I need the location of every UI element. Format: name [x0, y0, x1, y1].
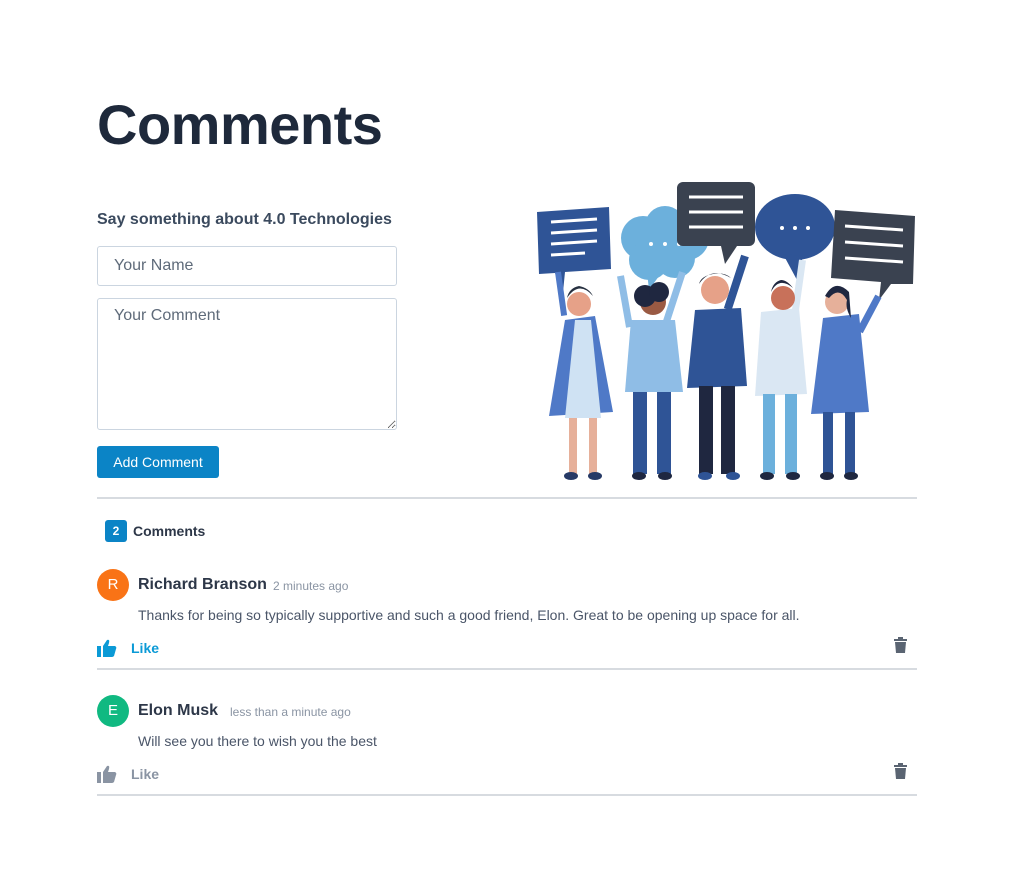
people-chatting-illustration [537, 182, 915, 480]
comment-item: R Richard Branson 2 minutes ago Thanks f… [97, 569, 917, 669]
trash-icon[interactable] [894, 763, 907, 779]
avatar: R [97, 569, 129, 601]
section-divider [97, 497, 917, 499]
speech-bubble-icon [755, 194, 835, 280]
add-comment-button[interactable]: Add Comment [97, 446, 219, 478]
comment-text: Will see you there to wish you the best [138, 733, 377, 749]
comment-author: Elon Musk [138, 702, 219, 719]
count-badge: 2 [105, 520, 127, 542]
name-input[interactable] [97, 246, 397, 286]
person-figure [755, 259, 807, 480]
comment-time: 2 minutes ago [273, 579, 349, 593]
form-prompt: Say something about 4.0 Technologies [97, 211, 392, 228]
comment-text: Thanks for being so typically supportive… [138, 607, 800, 623]
comments-count: 2 Comments [105, 520, 205, 542]
comment-textarea[interactable] [97, 298, 397, 430]
thumbs-up-icon [97, 765, 117, 783]
speech-bubble-icon [831, 210, 915, 300]
like-button[interactable]: Like [97, 639, 159, 657]
person-figure [617, 271, 686, 480]
person-figure [687, 254, 749, 480]
person-figure [811, 285, 882, 480]
like-button[interactable]: Like [97, 765, 159, 783]
comment-author: Richard Branson [138, 576, 267, 593]
comment-item: E Elon Musk less than a minute ago Will … [97, 695, 917, 795]
person-figure [549, 271, 613, 480]
thumbs-up-icon [97, 639, 117, 657]
comment-divider [97, 794, 917, 796]
trash-icon[interactable] [894, 637, 907, 653]
like-label: Like [131, 766, 160, 782]
like-label: Like [131, 640, 160, 656]
comment-time: less than a minute ago [230, 705, 351, 719]
avatar: E [97, 695, 129, 727]
speech-bubble-icon [537, 207, 611, 292]
page-title: Comments [97, 93, 383, 156]
comment-divider [97, 668, 917, 670]
count-label: Comments [133, 523, 206, 539]
